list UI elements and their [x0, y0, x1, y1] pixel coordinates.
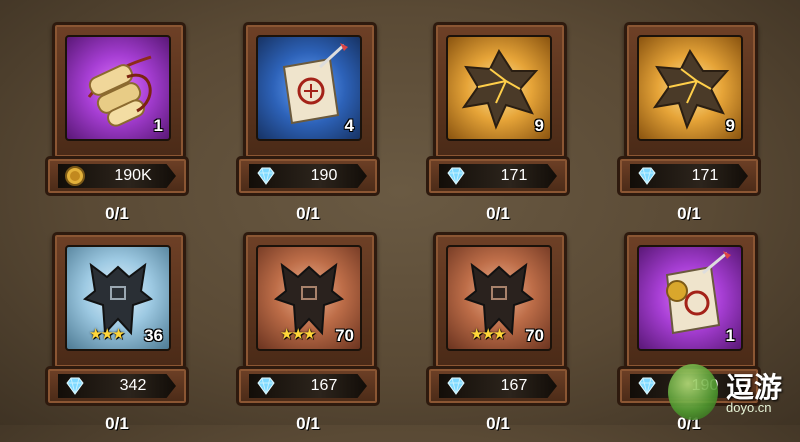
buy-button[interactable]: 190: [236, 156, 380, 196]
buy-button[interactable]: 167: [426, 366, 570, 406]
watermark-logo-icon: [668, 364, 718, 420]
purchase-limit: 0/1: [486, 414, 510, 433]
item-tile[interactable]: 4: [256, 35, 362, 141]
item-count: 70: [335, 326, 354, 345]
purchase-limit: 0/1: [677, 204, 701, 223]
diamond-icon: [257, 167, 275, 185]
item-tile[interactable]: 1: [65, 35, 171, 141]
item-tile[interactable]: 9: [446, 35, 552, 141]
shop-item-3[interactable]: 9 171 0/1: [426, 22, 570, 232]
item-tile[interactable]: ★★★ 70: [446, 245, 552, 351]
gold-coin-icon: [65, 166, 85, 186]
buy-button[interactable]: 167: [236, 366, 380, 406]
shop-item-4[interactable]: 9 171 0/1: [617, 22, 761, 232]
price-value: 167: [310, 377, 338, 394]
purchase-limit: 0/1: [296, 414, 320, 433]
item-frame: ★★★ 70: [243, 232, 377, 370]
shop-item-6[interactable]: ★★★ 70 167 0/1: [236, 232, 380, 442]
price-value: 167: [500, 377, 528, 394]
price-value: 190K: [114, 167, 152, 184]
item-count: 1: [725, 326, 735, 345]
price-value: 190: [310, 167, 338, 184]
buy-button[interactable]: 171: [617, 156, 761, 196]
diamond-icon: [447, 377, 465, 395]
purchase-limit: 0/1: [105, 204, 129, 223]
item-count: 4: [344, 116, 354, 135]
diamond-icon: [66, 377, 84, 395]
diamond-icon: [447, 167, 465, 185]
item-tile[interactable]: 1: [637, 245, 743, 351]
item-count: 9: [725, 116, 735, 135]
item-frame: 1: [624, 232, 758, 370]
star-rating: ★★★: [470, 326, 506, 343]
site-watermark: 逗游 doyo.cn: [660, 360, 800, 425]
buy-button[interactable]: 342: [45, 366, 189, 406]
item-tile[interactable]: ★★★ 70: [256, 245, 362, 351]
item-count: 1: [153, 116, 163, 135]
item-frame: 9: [624, 22, 758, 160]
buy-button[interactable]: 190K: [45, 156, 189, 196]
item-count: 36: [144, 326, 163, 345]
price-value: 171: [691, 167, 719, 184]
item-count: 9: [534, 116, 544, 135]
shop-item-5[interactable]: ★★★ 36 342 0/1: [45, 232, 189, 442]
shop-item-2[interactable]: 4 190 0/1: [236, 22, 380, 232]
purchase-limit: 0/1: [486, 204, 510, 223]
item-frame: 1: [52, 22, 186, 160]
item-frame: ★★★ 70: [433, 232, 567, 370]
item-frame: ★★★ 36: [52, 232, 186, 370]
diamond-icon: [257, 377, 275, 395]
purchase-limit: 0/1: [296, 204, 320, 223]
item-frame: 4: [243, 22, 377, 160]
item-frame: 9: [433, 22, 567, 160]
item-count: 70: [525, 326, 544, 345]
star-rating: ★★★: [280, 326, 316, 343]
price-value: 342: [119, 377, 147, 394]
shop-item-7[interactable]: ★★★ 70 167 0/1: [426, 232, 570, 442]
watermark-url: doyo.cn: [726, 400, 772, 415]
star-rating: ★★★: [89, 326, 125, 343]
diamond-icon: [638, 377, 656, 395]
diamond-icon: [638, 167, 656, 185]
price-value: 171: [500, 167, 528, 184]
buy-button[interactable]: 171: [426, 156, 570, 196]
item-tile[interactable]: ★★★ 36: [65, 245, 171, 351]
purchase-limit: 0/1: [105, 414, 129, 433]
shop-item-1[interactable]: 1 190K 0/1: [45, 22, 189, 232]
item-tile[interactable]: 9: [637, 35, 743, 141]
